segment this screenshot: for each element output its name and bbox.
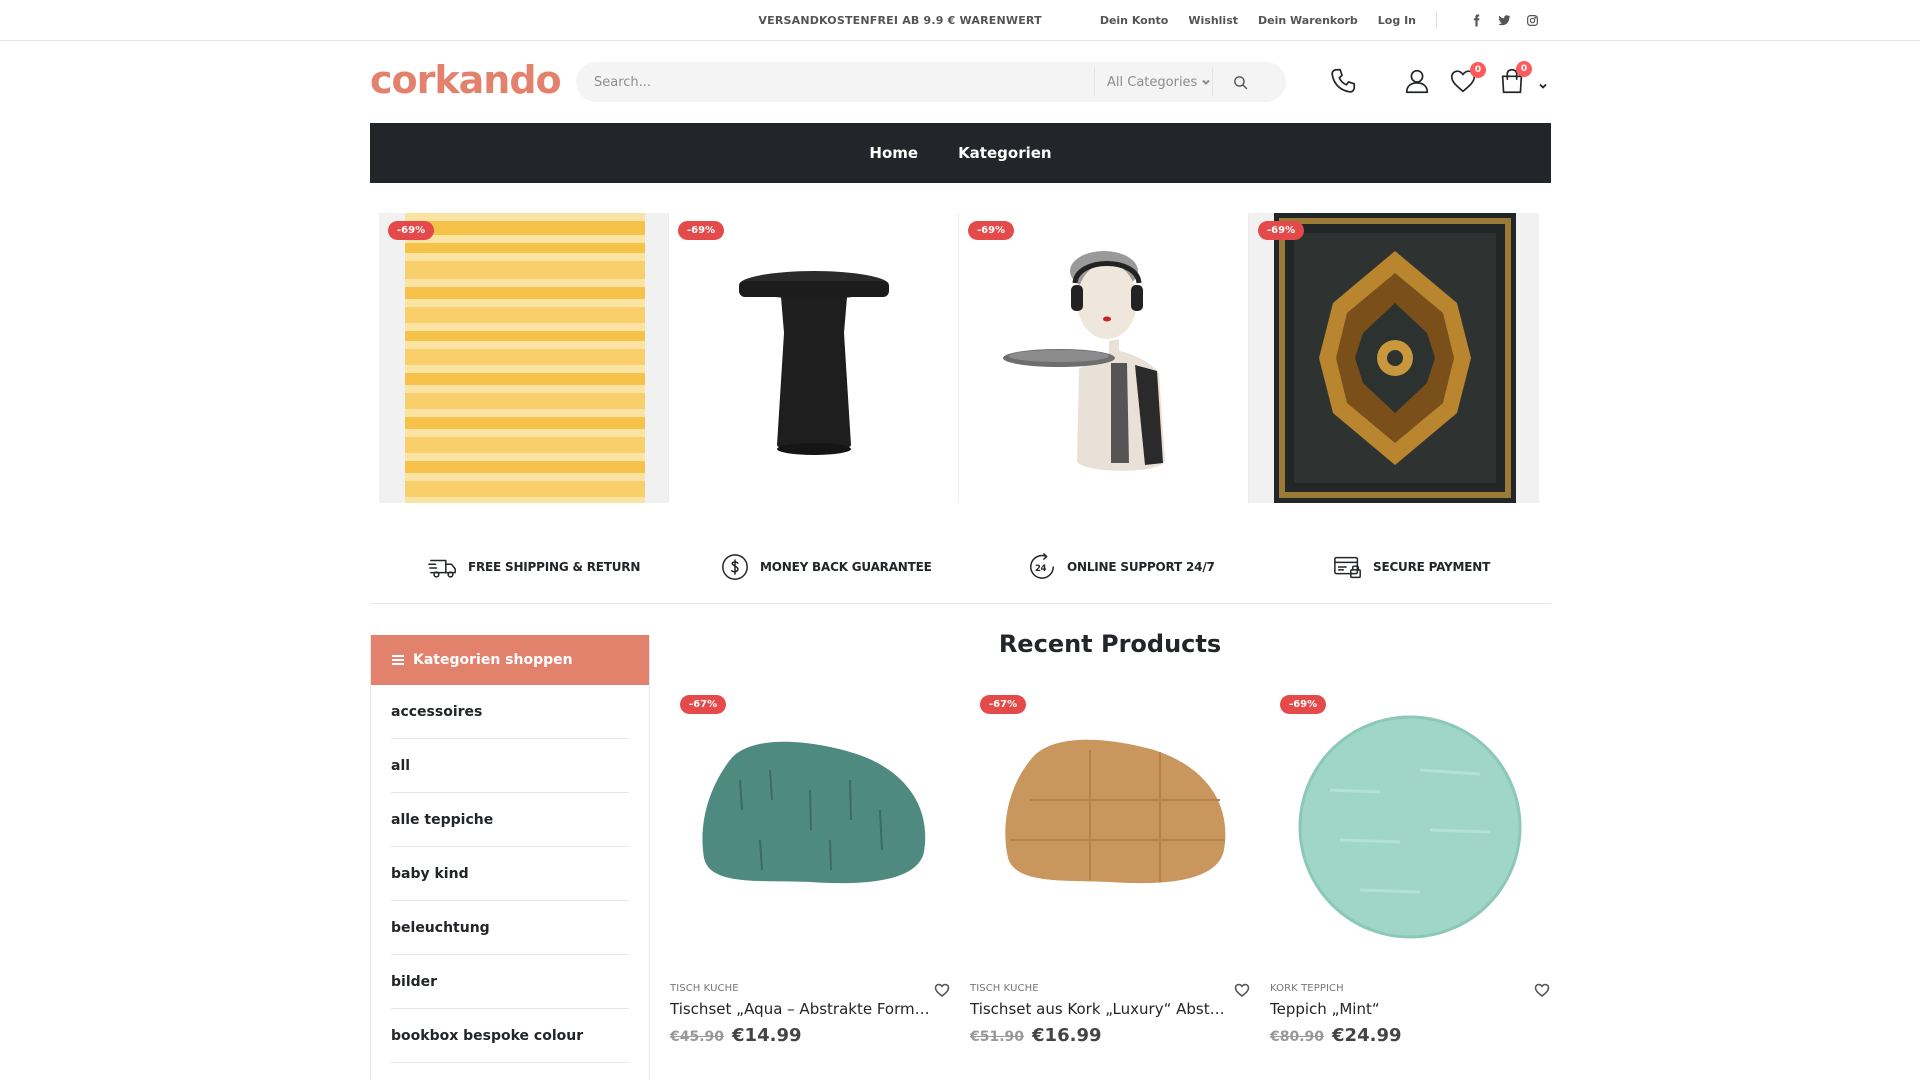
feature-free-shipping: FREE SHIPPING & RETURN <box>428 552 640 582</box>
category-select-label: All Categories <box>1107 74 1198 90</box>
sale-price: €16.99 <box>1032 1025 1102 1046</box>
secure-card-icon <box>1334 556 1361 579</box>
cart-link[interactable]: Dein Warenkorb <box>1258 14 1358 27</box>
account-link[interactable]: Dein Konto <box>1100 14 1169 27</box>
featured-product-tile[interactable]: -69% <box>379 213 669 503</box>
feature-secure-payment: SECURE PAYMENT <box>1333 552 1490 582</box>
striped-rug-image <box>405 213 645 503</box>
cart-count-badge: 0 <box>1516 61 1532 77</box>
category-item-bookbox-bespoke-colour[interactable]: bookbox bespoke colour <box>391 1009 629 1063</box>
category-item-all[interactable]: all <box>391 739 629 793</box>
category-menu-title: Kategorien shoppen <box>413 652 573 668</box>
old-price: €51.90 <box>970 1029 1025 1045</box>
phone-icon[interactable] <box>1326 64 1360 98</box>
facebook-icon[interactable] <box>1469 13 1483 27</box>
side-table-image <box>739 271 889 455</box>
svg-text:24: 24 <box>1035 563 1047 573</box>
section-title: Recent Products <box>998 630 1222 658</box>
category-select[interactable]: All Categories <box>1094 68 1211 96</box>
product-card: -67% TISCH KUCHE Tischset „Aqua – Abstra… <box>670 690 950 1046</box>
category-list: accessoires all alle teppiche baby kind … <box>371 685 649 1063</box>
top-bar: VERSANDKOSTENFREI AB 9.9 € WARENWERT Dei… <box>0 0 1920 41</box>
search-button[interactable] <box>1212 68 1268 96</box>
cart-dropdown-chevron-icon[interactable] <box>1538 76 1550 89</box>
product-category: TISCH KUCHE <box>670 983 739 994</box>
main-nav: Home Kategorien <box>370 123 1551 183</box>
product-price: €80.90 €24.99 <box>1270 1025 1402 1046</box>
featured-product-tile[interactable]: -69% <box>1249 213 1539 503</box>
product-category: KORK TEPPICH <box>1270 983 1344 994</box>
sale-badge: -69% <box>388 221 435 240</box>
chevron-down-icon <box>1202 79 1211 85</box>
figurine-image <box>1003 251 1165 471</box>
category-item-alle-teppiche[interactable]: alle teppiche <box>391 793 629 847</box>
nav-kategorien[interactable]: Kategorien <box>958 144 1052 162</box>
oriental-rug-image <box>1274 213 1516 503</box>
product-card: -67% TISCH KUCHE Tischset aus Kork „Luxu… <box>970 690 1250 1046</box>
add-to-wishlist-icon[interactable] <box>1234 982 1250 998</box>
category-item-beleuchtung[interactable]: beleuchtung <box>391 901 629 955</box>
feature-money-back: MONEY BACK GUARANTEE <box>720 552 932 582</box>
product-image-link[interactable]: -67% <box>970 690 1250 960</box>
product-price: €51.90 €16.99 <box>970 1025 1102 1046</box>
dollar-icon <box>722 554 748 580</box>
old-price: €45.90 <box>670 1029 725 1045</box>
free-shipping-notice: VERSANDKOSTENFREI AB 9.9 € WARENWERT <box>758 13 1042 27</box>
search-input[interactable] <box>594 62 1094 102</box>
featured-product-tile[interactable]: -69% <box>959 213 1249 503</box>
hamburger-icon <box>392 655 404 665</box>
feature-label: ONLINE SUPPORT 24/7 <box>1067 560 1215 574</box>
instagram-icon[interactable] <box>1525 13 1539 27</box>
featured-product-tile[interactable]: -69% <box>669 213 959 503</box>
feature-label: FREE SHIPPING & RETURN <box>468 560 641 574</box>
product-title[interactable]: Tischset aus Kork „Luxury“ Abstrakte... <box>970 1000 1230 1018</box>
divider <box>1436 11 1437 29</box>
support-24-icon: 24 <box>1030 553 1054 579</box>
add-to-wishlist-icon[interactable] <box>1534 982 1550 998</box>
product-image-link[interactable]: -69% <box>1270 690 1550 960</box>
product-image-link[interactable]: -67% <box>670 690 950 960</box>
sale-badge: -69% <box>1280 695 1327 714</box>
product-image <box>1298 715 1522 939</box>
sale-price: €14.99 <box>732 1025 802 1046</box>
featured-products-strip: -69% -69% -69% -69% <box>379 213 1540 503</box>
nav-home[interactable]: Home <box>869 144 918 162</box>
product-image <box>1005 739 1226 884</box>
product-title[interactable]: Tischset „Aqua – Abstrakte Form I „, ... <box>670 1000 930 1018</box>
wishlist-count-badge: 0 <box>1470 62 1486 78</box>
sale-badge: -67% <box>680 695 727 714</box>
search-bar: All Categories <box>576 62 1286 102</box>
category-menu-toggle[interactable]: Kategorien shoppen <box>371 635 649 685</box>
sale-badge: -67% <box>980 695 1027 714</box>
site-logo[interactable]: corkando <box>370 58 562 102</box>
sale-price: €24.99 <box>1332 1025 1402 1046</box>
product-price: €45.90 €14.99 <box>670 1025 802 1046</box>
product-image <box>702 741 926 884</box>
category-sidebar: Kategorien shoppen accessoires all alle … <box>370 635 650 1080</box>
cart-icon[interactable]: 0 <box>1495 61 1532 98</box>
wishlist-heart-icon[interactable]: 0 <box>1446 62 1486 98</box>
feature-label: SECURE PAYMENT <box>1373 560 1491 574</box>
wishlist-link[interactable]: Wishlist <box>1188 14 1238 27</box>
add-to-wishlist-icon[interactable] <box>934 982 950 998</box>
login-link[interactable]: Log In <box>1378 14 1416 27</box>
product-category: TISCH KUCHE <box>970 983 1039 994</box>
sale-badge: -69% <box>1258 221 1305 240</box>
product-card: -69% KORK TEPPICH Teppich „Mint“ €80.90 … <box>1270 690 1550 1046</box>
search-icon <box>1234 75 1248 89</box>
category-item-accessoires[interactable]: accessoires <box>391 685 629 739</box>
twitter-icon[interactable] <box>1497 13 1511 27</box>
user-account-icon[interactable] <box>1400 64 1434 98</box>
product-title[interactable]: Teppich „Mint“ <box>1270 1000 1530 1018</box>
old-price: €80.90 <box>1270 1029 1325 1045</box>
category-item-bilder[interactable]: bilder <box>391 955 629 1009</box>
service-features: FREE SHIPPING & RETURN MONEY BACK GUARAN… <box>370 540 1551 604</box>
feature-label: MONEY BACK GUARANTEE <box>760 560 932 574</box>
sale-badge: -69% <box>678 221 725 240</box>
feature-online-support: 24 ONLINE SUPPORT 24/7 <box>1027 552 1215 582</box>
truck-icon <box>428 559 456 578</box>
sale-badge: -69% <box>968 221 1015 240</box>
category-item-baby-kind[interactable]: baby kind <box>391 847 629 901</box>
